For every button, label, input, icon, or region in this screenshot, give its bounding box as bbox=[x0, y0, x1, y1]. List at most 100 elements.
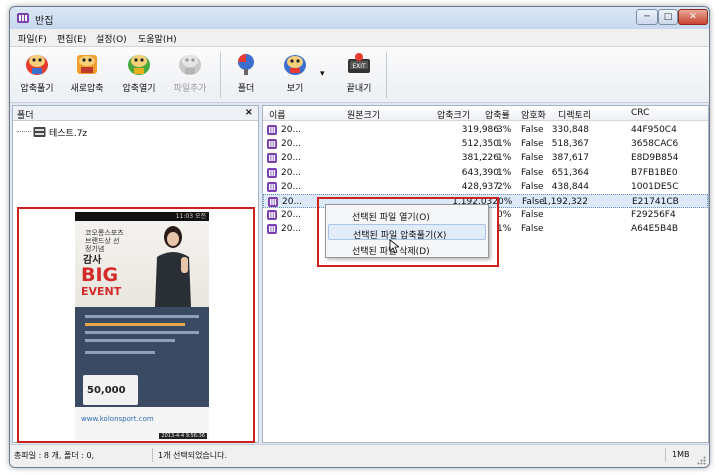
context-menu: 선택된 파일 열기(O) 선택된 파일 압축풀기(X) 선택된 파일 삭제(D) bbox=[325, 204, 489, 258]
table-row[interactable]: 20... 387,617 381,226 1% False E8D9B854 bbox=[263, 151, 708, 165]
column-encrypted[interactable]: 암호화 bbox=[521, 108, 546, 121]
tree-connector bbox=[17, 131, 31, 132]
context-open-item[interactable]: 선택된 파일 열기(O) bbox=[328, 207, 486, 223]
preview-big: BIG bbox=[81, 264, 119, 286]
exit-button[interactable]: EXIT 끝내기 bbox=[336, 51, 382, 99]
preview-person-image bbox=[155, 226, 191, 307]
toolbar-separator bbox=[220, 52, 221, 98]
maximize-button[interactable]: □ bbox=[658, 9, 678, 25]
status-divider bbox=[665, 448, 666, 462]
svg-text:EXIT: EXIT bbox=[352, 63, 366, 70]
resize-grip-icon[interactable] bbox=[697, 456, 706, 465]
cell-name: 20... bbox=[281, 139, 302, 150]
preview-event: EVENT bbox=[81, 285, 122, 298]
cell-packed: 512,350 bbox=[461, 139, 499, 150]
preview-highlight: 11:03 오전 코오롱스포츠 브랜드상 선정기념 감사 BIG EVENT 5… bbox=[17, 207, 255, 443]
menu-file[interactable]: 파일(F) bbox=[18, 32, 47, 45]
minimize-button[interactable]: ─ bbox=[636, 9, 658, 25]
cell-encrypted: False bbox=[522, 197, 545, 207]
status-selection: 1개 선택되었습니다. bbox=[158, 451, 228, 460]
cell-packed: 319,986 bbox=[461, 125, 499, 135]
new-archive-icon bbox=[77, 55, 97, 74]
extract-label: 압축풀기 bbox=[20, 84, 54, 94]
cell-ratio: 1% bbox=[497, 224, 512, 235]
add-file-button[interactable]: 파일추가 bbox=[167, 51, 213, 99]
open-archive-icon bbox=[128, 55, 150, 75]
cell-name: 20... bbox=[281, 181, 302, 192]
close-button[interactable]: ✕ bbox=[678, 9, 708, 25]
folder-view-button[interactable]: 폴더 bbox=[228, 51, 264, 99]
file-icon bbox=[267, 153, 277, 164]
column-ratio[interactable]: 압축률 bbox=[485, 108, 510, 121]
column-packed[interactable]: 압축크기 bbox=[437, 108, 470, 121]
table-row[interactable]: 20... 651,364 643,390 1% False B7FB1BE0 bbox=[263, 166, 708, 180]
preview-content: 50,000 bbox=[75, 307, 209, 407]
column-name[interactable]: 이름 bbox=[269, 108, 286, 121]
preview-text-line bbox=[85, 323, 185, 326]
extract-icon bbox=[26, 55, 48, 75]
exit-label: 끝내기 bbox=[346, 84, 372, 94]
tree-item-label: 테스트.7z bbox=[49, 129, 88, 139]
file-icon bbox=[267, 224, 277, 235]
status-bar: 총파일 : 8 개, 폴더 : 0, 1개 선택되었습니다. 1MB bbox=[10, 444, 709, 467]
table-row[interactable]: 20... 518,367 512,350 1% False 3658CAC6 bbox=[263, 137, 708, 151]
view-button[interactable]: 보기 bbox=[272, 51, 318, 99]
toolbar-separator bbox=[386, 52, 387, 98]
table-row[interactable]: 20... 330,848 319,986 3% False 44F950C4 bbox=[263, 123, 708, 137]
column-size[interactable]: 원본크기 bbox=[347, 108, 380, 121]
new-archive-button[interactable]: 새로압축 bbox=[64, 51, 110, 99]
cell-packed: 428,937 bbox=[461, 181, 499, 192]
preview-brand: 코오롱스포츠 브랜드상 선정기념 bbox=[85, 229, 124, 253]
cell-ratio: 3% bbox=[497, 125, 512, 135]
file-icon bbox=[267, 167, 277, 178]
table-row[interactable]: 20... 438,844 428,937 2% False 1001DE5C bbox=[263, 180, 708, 194]
context-extract-item[interactable]: 선택된 파일 압축풀기(X) bbox=[328, 224, 486, 241]
cell-encrypted: False bbox=[521, 181, 544, 192]
folder-pane-close-icon[interactable]: × bbox=[245, 107, 253, 118]
app-window: 반집 ─ □ ✕ 파일(F) 편집(E) 설정(O) 도움말(H) 압축풀기 새… bbox=[9, 6, 710, 468]
preview-text-line bbox=[85, 315, 199, 318]
preview-url: www.kolonsport.com bbox=[81, 415, 154, 423]
menu-settings[interactable]: 설정(O) bbox=[96, 32, 127, 45]
menu-help[interactable]: 도움말(H) bbox=[138, 32, 177, 45]
extract-button[interactable]: 압축풀기 bbox=[14, 51, 60, 99]
cell-name: 20... bbox=[281, 125, 302, 135]
cell-crc: E8D9B854 bbox=[631, 153, 679, 164]
view-dropdown-arrow[interactable]: ▾ bbox=[320, 69, 325, 79]
preview-text-line bbox=[85, 339, 175, 342]
view-label: 보기 bbox=[286, 84, 304, 94]
context-delete-item[interactable]: 선택된 파일 삭제(D) bbox=[328, 241, 486, 257]
folder-view-icon bbox=[238, 54, 254, 75]
status-divider bbox=[152, 448, 153, 462]
menu-edit[interactable]: 편집(E) bbox=[57, 32, 86, 45]
context-extract-label: 선택된 파일 압축풀기(X) bbox=[353, 231, 447, 241]
open-archive-button[interactable]: 압축열기 bbox=[116, 51, 162, 99]
folder-pane-title: 폴더 bbox=[17, 111, 34, 121]
mouse-cursor-icon bbox=[389, 239, 399, 254]
cell-crc: 44F950C4 bbox=[631, 125, 677, 135]
cell-name: 20... bbox=[281, 210, 302, 221]
cell-size: 518,367 bbox=[551, 139, 589, 150]
column-crc[interactable]: CRC bbox=[631, 108, 649, 118]
cell-encrypted: False bbox=[521, 210, 544, 221]
cell-size: 438,844 bbox=[551, 181, 589, 192]
preview-timestamp: 2013-4-4 9:56:36 bbox=[159, 433, 207, 439]
folder-pane: 폴더 × 테스트.7z 11:03 오전 코오롱스포츠 브랜드상 선정기념 감사… bbox=[12, 105, 259, 443]
cell-ratio: 2% bbox=[497, 181, 512, 192]
cell-crc: A64E5B4B bbox=[631, 224, 679, 235]
cell-crc: B7FB1BE0 bbox=[631, 167, 678, 178]
toolbar: 압축풀기 새로압축 압축열기 파일추가 폴더 보기 ▾ EXIT 끝내기 bbox=[10, 47, 709, 103]
cell-encrypted: False bbox=[521, 153, 544, 164]
preview-coupon-amount: 50,000 bbox=[87, 385, 126, 396]
image-preview: 11:03 오전 코오롱스포츠 브랜드상 선정기념 감사 BIG EVENT 5… bbox=[75, 212, 209, 440]
archive-icon bbox=[33, 127, 46, 137]
column-directory[interactable]: 디렉토리 bbox=[558, 108, 591, 121]
cell-crc: E21741CB bbox=[632, 197, 679, 207]
exit-icon: EXIT bbox=[348, 53, 370, 73]
preview-footer: www.kolonsport.com 2013-4-4 9:56:36 bbox=[75, 407, 209, 440]
cell-encrypted: False bbox=[521, 139, 544, 150]
cell-name: 20... bbox=[282, 197, 303, 207]
cell-size: 1,192,322 bbox=[542, 197, 588, 207]
cell-encrypted: False bbox=[521, 224, 544, 235]
cell-crc: 3658CAC6 bbox=[631, 139, 679, 150]
